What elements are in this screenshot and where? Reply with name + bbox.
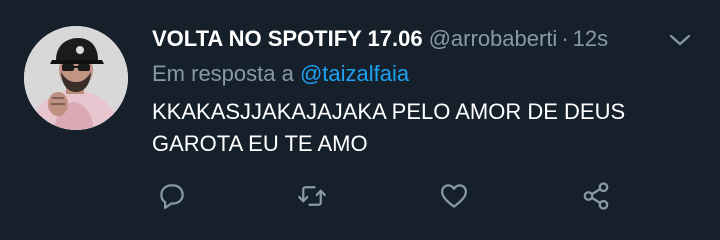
tweet[interactable]: VOLTA NO SPOTIFY 17.06 @arrobaberti · 12s E…: [0, 0, 720, 240]
chevron-down-icon[interactable]: [668, 28, 692, 52]
reply-prefix: Em resposta a: [152, 61, 294, 86]
profile-photo: [24, 26, 128, 130]
retweet-icon: [298, 186, 326, 206]
user-handle[interactable]: @arrobaberti: [429, 26, 558, 51]
separator-dot: ·: [561, 26, 569, 51]
heart-icon: [441, 184, 467, 208]
display-name[interactable]: VOLTA NO SPOTIFY 17.06: [152, 26, 423, 51]
reply-context: Em resposta a @taizalfaia: [152, 60, 409, 88]
retweet-button[interactable]: [292, 176, 332, 216]
timestamp[interactable]: 12s: [573, 26, 608, 51]
reply-button[interactable]: [152, 176, 192, 216]
tweet-text: KKAKASJJAKAJAJAKA PELO AMOR DE DEUS GARO…: [152, 96, 692, 160]
reply-icon: [160, 184, 184, 209]
share-icon: [583, 182, 609, 210]
avatar[interactable]: [24, 26, 128, 130]
tweet-text-line: GAROTA EU TE AMO: [152, 131, 368, 156]
action-bar: [152, 176, 632, 216]
share-button[interactable]: [576, 176, 616, 216]
tweet-text-line: KKAKASJJAKAJAJAKA PELO AMOR DE DEUS: [152, 99, 626, 124]
reply-mention-link[interactable]: @taizalfaia: [300, 61, 409, 86]
like-button[interactable]: [434, 176, 474, 216]
tweet-header: VOLTA NO SPOTIFY 17.06 @arrobaberti · 12s: [152, 24, 660, 54]
